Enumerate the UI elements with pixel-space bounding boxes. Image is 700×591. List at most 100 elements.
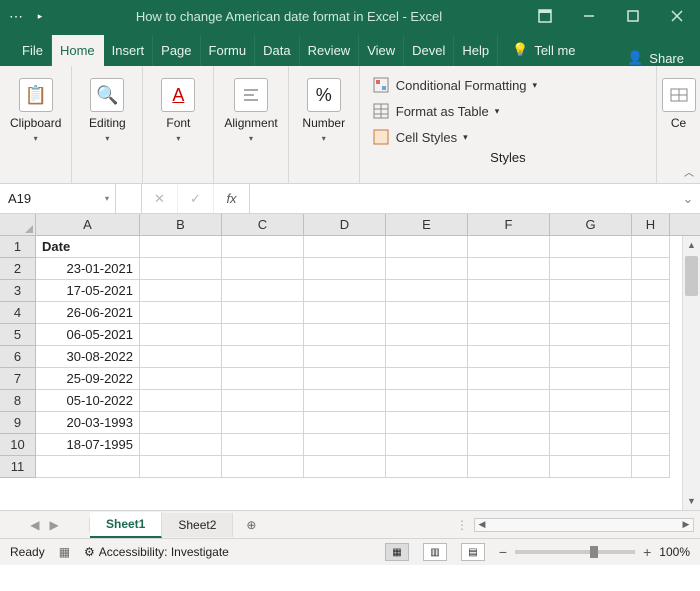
cell-C11[interactable] — [222, 456, 304, 478]
cell-A9[interactable]: 20-03-1993 — [36, 412, 140, 434]
cell-B2[interactable] — [140, 258, 222, 280]
cell-C10[interactable] — [222, 434, 304, 456]
zoom-slider[interactable] — [515, 550, 635, 554]
tab-insert[interactable]: Insert — [104, 35, 154, 66]
cell-D4[interactable] — [304, 302, 386, 324]
tab-developer[interactable]: Devel — [404, 35, 454, 66]
name-box[interactable]: A19 ▾ — [0, 184, 116, 213]
tell-me[interactable]: 💡 Tell me — [506, 34, 581, 66]
zoom-in-button[interactable]: + — [643, 544, 651, 560]
sheet-tab-1[interactable]: Sheet1 — [90, 512, 162, 538]
cell-H10[interactable] — [632, 434, 670, 456]
cell-E8[interactable] — [386, 390, 468, 412]
cell-A4[interactable]: 26-06-2021 — [36, 302, 140, 324]
cells-button[interactable]: Ce — [658, 72, 700, 136]
cell-E10[interactable] — [386, 434, 468, 456]
cell-G5[interactable] — [550, 324, 632, 346]
sheet-nav[interactable]: ◀ ▶ — [0, 518, 90, 532]
formula-input[interactable] — [250, 184, 676, 213]
close-button[interactable] — [658, 2, 696, 30]
collapse-ribbon-icon[interactable]: ︿ — [684, 164, 694, 179]
drag-handle-icon[interactable]: ⋮ — [456, 518, 468, 532]
tab-file[interactable]: File — [14, 35, 52, 66]
cell-A5[interactable]: 06-05-2021 — [36, 324, 140, 346]
cell-A2[interactable]: 23-01-2021 — [36, 258, 140, 280]
cell-H4[interactable] — [632, 302, 670, 324]
cell-D3[interactable] — [304, 280, 386, 302]
zoom-level[interactable]: 100% — [659, 545, 690, 559]
cell-F7[interactable] — [468, 368, 550, 390]
cell-B4[interactable] — [140, 302, 222, 324]
tab-help[interactable]: Help — [454, 35, 498, 66]
cell-F10[interactable] — [468, 434, 550, 456]
col-header-C[interactable]: C — [222, 214, 304, 235]
scroll-right-icon[interactable]: ▶ — [679, 519, 693, 530]
cell-B8[interactable] — [140, 390, 222, 412]
cell-G10[interactable] — [550, 434, 632, 456]
cell-F8[interactable] — [468, 390, 550, 412]
cell-E4[interactable] — [386, 302, 468, 324]
cell-B1[interactable] — [140, 236, 222, 258]
cell-B11[interactable] — [140, 456, 222, 478]
cell-H9[interactable] — [632, 412, 670, 434]
scroll-left-icon[interactable]: ◀ — [475, 519, 489, 530]
horizontal-scrollbar[interactable]: ◀ ▶ — [474, 518, 694, 532]
editing-button[interactable]: 🔍 Editing ▾ — [78, 72, 136, 149]
add-sheet-button[interactable]: ⊕ — [233, 518, 269, 532]
cell-H11[interactable] — [632, 456, 670, 478]
cell-B5[interactable] — [140, 324, 222, 346]
cell-G11[interactable] — [550, 456, 632, 478]
cell-A10[interactable]: 18-07-1995 — [36, 434, 140, 456]
cell-H6[interactable] — [632, 346, 670, 368]
tab-review[interactable]: Review — [300, 35, 360, 66]
cell-D7[interactable] — [304, 368, 386, 390]
tab-page-layout[interactable]: Page — [153, 35, 200, 66]
col-header-A[interactable]: A — [36, 214, 140, 235]
minimize-button[interactable] — [570, 2, 608, 30]
format-as-table-button[interactable]: Format as Table ▾ — [372, 98, 644, 124]
vertical-scrollbar[interactable]: ▲ ▼ — [682, 236, 700, 510]
cell-C8[interactable] — [222, 390, 304, 412]
cell-A11[interactable] — [36, 456, 140, 478]
row-header[interactable]: 10 — [0, 434, 36, 456]
cell-B10[interactable] — [140, 434, 222, 456]
cell-E7[interactable] — [386, 368, 468, 390]
row-header[interactable]: 7 — [0, 368, 36, 390]
cell-F4[interactable] — [468, 302, 550, 324]
ribbon-display-icon[interactable] — [526, 2, 564, 30]
cell-F6[interactable] — [468, 346, 550, 368]
row-header[interactable]: 2 — [0, 258, 36, 280]
cell-E1[interactable] — [386, 236, 468, 258]
accessibility-button[interactable]: ⚙ Accessibility: Investigate — [84, 545, 229, 559]
cell-D8[interactable] — [304, 390, 386, 412]
col-header-E[interactable]: E — [386, 214, 468, 235]
expand-formula-bar-icon[interactable]: ⌄ — [676, 184, 700, 213]
cell-C4[interactable] — [222, 302, 304, 324]
cell-A1[interactable]: Date — [36, 236, 140, 258]
cell-H3[interactable] — [632, 280, 670, 302]
row-header[interactable]: 5 — [0, 324, 36, 346]
cell-A7[interactable]: 25-09-2022 — [36, 368, 140, 390]
cell-E2[interactable] — [386, 258, 468, 280]
cell-H1[interactable] — [632, 236, 670, 258]
cell-D10[interactable] — [304, 434, 386, 456]
cell-G9[interactable] — [550, 412, 632, 434]
cell-G4[interactable] — [550, 302, 632, 324]
row-header[interactable]: 8 — [0, 390, 36, 412]
cell-G7[interactable] — [550, 368, 632, 390]
cell-F2[interactable] — [468, 258, 550, 280]
clipboard-button[interactable]: 📋 Clipboard ▾ — [6, 72, 65, 149]
cell-F3[interactable] — [468, 280, 550, 302]
cell-D1[interactable] — [304, 236, 386, 258]
cell-A3[interactable]: 17-05-2021 — [36, 280, 140, 302]
tab-data[interactable]: Data — [255, 35, 299, 66]
alignment-button[interactable]: Alignment ▾ — [220, 72, 281, 149]
quickaccess-chevron-icon[interactable]: ▸ — [28, 11, 52, 22]
cancel-formula-button[interactable]: ✕ — [142, 184, 178, 213]
font-button[interactable]: A Font ▾ — [149, 72, 207, 149]
tab-view[interactable]: View — [359, 35, 404, 66]
row-header[interactable]: 3 — [0, 280, 36, 302]
insert-function-button[interactable]: fx — [214, 184, 250, 213]
conditional-formatting-button[interactable]: Conditional Formatting ▾ — [372, 72, 644, 98]
next-sheet-icon[interactable]: ▶ — [50, 518, 59, 532]
